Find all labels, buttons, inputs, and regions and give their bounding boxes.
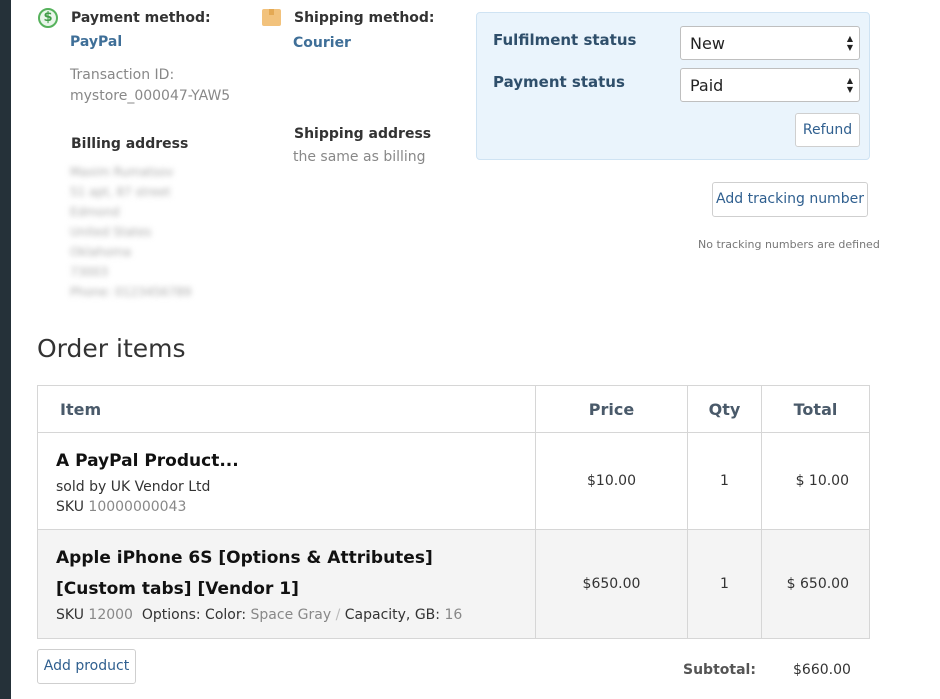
total-cell: $ 650.00 (761, 529, 870, 639)
subtotal-label: Subtotal: (683, 662, 756, 678)
shipping-address-value: the same as billing (293, 149, 426, 165)
product-sku: SKU 10000000043 (56, 497, 535, 517)
billing-line: Maxim Rumatsov (70, 165, 174, 179)
qty-cell: 1 (687, 432, 762, 530)
refund-button[interactable]: Refund (795, 113, 860, 147)
option-color-name: Color: (205, 607, 247, 623)
sku-label: SKU (56, 498, 84, 515)
payment-status-label: Payment status (493, 73, 625, 91)
fulfilment-status-value: New (690, 34, 725, 53)
option-capacity-value: 16 (444, 607, 463, 623)
fulfilment-status-select[interactable]: New ▲ ▼ (680, 26, 860, 60)
price-cell: $10.00 (535, 432, 688, 530)
sku-value: 10000000043 (88, 498, 187, 515)
product-name[interactable]: A PayPal Product... (56, 446, 535, 477)
option-separator: / (335, 607, 341, 623)
add-product-button[interactable]: Add product (37, 649, 136, 684)
product-name-line2[interactable]: [Custom tabs] [Vendor 1] (56, 574, 535, 605)
item-cell: A PayPal Product... sold by UK Vendor Lt… (37, 432, 536, 530)
billing-address-block: Maxim Rumatsov 51 apt, 87 street Edmond … (70, 162, 191, 302)
status-panel: Fulfilment status New ▲ ▼ Payment status … (476, 12, 870, 160)
shipping-address-label: Shipping address (294, 126, 432, 142)
column-header-price: Price (535, 385, 688, 433)
options-label: Options: (141, 607, 201, 623)
table-header-row: Item Price Qty Total (37, 385, 870, 433)
billing-line: Edmond (70, 205, 120, 219)
dollar-icon: $ (38, 8, 58, 28)
billing-line: 73003 (70, 265, 109, 279)
subtotal-value: $660.00 (793, 662, 851, 678)
table-row: A PayPal Product... sold by UK Vendor Lt… (37, 432, 870, 530)
shipping-method-value: Courier (293, 35, 351, 51)
fulfilment-status-label: Fulfilment status (493, 31, 637, 49)
payment-method-value: PayPal (70, 34, 123, 50)
billing-address-label: Billing address (71, 136, 189, 152)
billing-line: Phone: 0123456789 (70, 285, 192, 299)
price-cell: $650.00 (535, 529, 688, 639)
payment-method-label: Payment method: (71, 10, 211, 26)
table-row: Apple iPhone 6S [Options & Attributes] [… (37, 529, 870, 639)
column-header-qty: Qty (687, 385, 762, 433)
add-tracking-number-button[interactable]: Add tracking number (712, 182, 868, 217)
left-sidebar-edge (0, 0, 11, 699)
column-header-total: Total (761, 385, 870, 433)
total-cell: $ 10.00 (761, 432, 870, 530)
select-arrows-icon: ▲ ▼ (846, 76, 853, 94)
option-color-value: Space Gray (250, 607, 332, 623)
billing-line: 51 apt, 87 street (70, 185, 171, 199)
product-name-line1[interactable]: Apple iPhone 6S [Options & Attributes] (56, 543, 535, 574)
box-icon (262, 9, 281, 26)
select-arrows-icon: ▲ ▼ (846, 34, 853, 52)
qty-cell: 1 (687, 529, 762, 639)
transaction-id-value: mystore_000047-YAW5 (70, 88, 231, 104)
product-vendor: sold by UK Vendor Ltd (56, 478, 211, 495)
transaction-id-label: Transaction ID: (70, 67, 175, 83)
sku-value: 12000 (88, 607, 133, 623)
tracking-note: No tracking numbers are defined (698, 238, 880, 251)
option-capacity-name: Capacity, GB: (344, 607, 441, 623)
payment-status-select[interactable]: Paid ▲ ▼ (680, 68, 860, 102)
order-items-table: Item Price Qty Total A PayPal Product...… (37, 385, 870, 639)
payment-status-value: Paid (690, 76, 724, 95)
shipping-method-label: Shipping method: (294, 10, 435, 26)
billing-line: Oklahoma (70, 245, 132, 259)
column-header-item: Item (37, 385, 536, 433)
order-items-title: Order items (37, 334, 186, 363)
sku-label: SKU (56, 607, 84, 623)
item-cell: Apple iPhone 6S [Options & Attributes] [… (37, 529, 536, 639)
product-sku-options: SKU 12000 Options: Color: Space Gray / C… (56, 605, 535, 625)
billing-line: United States (70, 225, 152, 239)
